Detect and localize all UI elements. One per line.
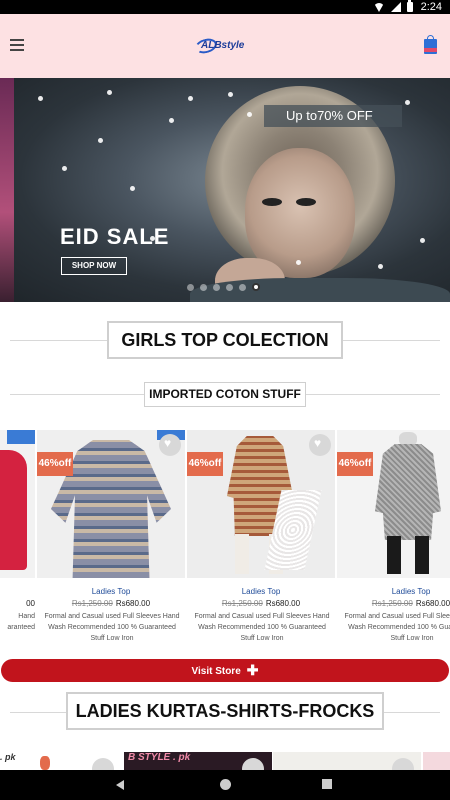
product-new-price: Rs680.00 (115, 599, 151, 608)
shopping-bag-icon[interactable] (424, 35, 437, 54)
product-price: Rs1,250.00 Rs680.00 (187, 599, 335, 608)
app-logo[interactable]: ALBstyle (193, 36, 255, 56)
product-price: Rs1,250.00 Rs680.00 (337, 599, 450, 608)
carousel-dot-active[interactable] (252, 283, 260, 291)
shop-now-button[interactable]: SHOP NOW (61, 257, 127, 275)
carousel-dot[interactable] (239, 284, 246, 291)
section-subtitle: IMPORTED COTON STUFF (144, 382, 306, 407)
recent-apps-icon[interactable] (322, 779, 332, 789)
menu-icon[interactable] (10, 39, 24, 51)
carousel-dot[interactable] (213, 284, 220, 291)
back-icon[interactable] (116, 780, 124, 790)
product-old-price: Rs1,250.00 (221, 599, 263, 608)
product-price: Rs1,250.00 Rs680.00 (37, 599, 185, 608)
promo-banner[interactable]: Up to70% OFF EID SALE SHOP NOW (0, 78, 450, 302)
discount-badge: 46%off (337, 452, 373, 476)
product-carousel[interactable]: 00 Hand aranteed 46%off Ladies Top Rs1,2… (0, 430, 450, 648)
product-image[interactable]: 46%off (37, 430, 185, 578)
product-name[interactable]: Ladies Top (187, 587, 335, 596)
product-card[interactable]: 46%off Ladies Top Rs1,250.00Rs680.00 For… (37, 430, 185, 648)
product-description: Formal and Casual used Full Sleeves Hand… (44, 613, 180, 642)
logo-text: ALBstyle (201, 40, 245, 51)
wishlist-heart-icon[interactable] (159, 434, 181, 456)
product-desc-line: aranteed (7, 624, 35, 631)
home-icon[interactable] (220, 779, 231, 790)
product-card-partial[interactable]: 00 Hand aranteed (0, 430, 35, 648)
product-card[interactable]: 46%off Ladies Top Rs1,250.00Rs680.00 For… (337, 430, 450, 648)
plus-icon: ✚ (246, 662, 259, 678)
product-name[interactable]: Ladies Top (37, 587, 185, 596)
product-old-price: Rs1,250.00 (371, 599, 413, 608)
system-nav-bar (0, 770, 450, 800)
wishlist-heart-icon[interactable] (309, 434, 331, 456)
banner-title: EID SALE (60, 224, 170, 249)
visit-store-label: Visit Store (191, 666, 241, 677)
product-image[interactable]: 46%off (337, 430, 450, 578)
product-new-price: Rs680.00 (415, 599, 450, 608)
product-description: Formal and Casual used Full Sleeves Hand… (344, 613, 450, 642)
carousel-dot[interactable] (187, 284, 194, 291)
carousel-dot[interactable] (200, 284, 207, 291)
product-description: Formal and Casual used Full Sleeves Hand… (194, 613, 330, 642)
product-carousel-2[interactable]: . pk B STYLE . pk (0, 752, 450, 772)
status-bar: 2:24 (0, 0, 450, 14)
discount-badge: 46%off (37, 452, 73, 476)
product-image[interactable] (423, 752, 450, 772)
carousel-dot[interactable] (226, 284, 233, 291)
product-price: 00 (26, 599, 35, 608)
carousel-indicators[interactable] (187, 283, 260, 291)
product-image[interactable]: 46%off (187, 430, 335, 578)
section-title-girls-top: GIRLS TOP COLECTION (107, 321, 343, 359)
product-old-price: Rs1,250.00 (71, 599, 113, 608)
brand-watermark: . pk (0, 752, 16, 762)
status-time: 2:24 (420, 1, 442, 13)
signal-icon (390, 2, 401, 12)
product-desc-line: Hand (18, 613, 35, 620)
app-bar: ALBstyle (0, 14, 450, 78)
product-new-price: Rs680.00 (265, 599, 301, 608)
status-icons: 2:24 (373, 0, 442, 14)
offer-badge: Up to70% OFF (264, 105, 402, 127)
visit-store-button[interactable]: Visit Store ✚ (1, 659, 449, 682)
wifi-icon (373, 2, 384, 12)
product-card[interactable]: 46%off Ladies Top Rs1,250.00Rs680.00 For… (187, 430, 335, 648)
product-name[interactable]: Ladies Top (337, 587, 450, 596)
discount-badge: 46%off (187, 452, 223, 476)
battery-icon (406, 0, 413, 12)
section-title-kurtas: LADIES KURTAS-SHIRTS-FROCKS (66, 692, 384, 730)
